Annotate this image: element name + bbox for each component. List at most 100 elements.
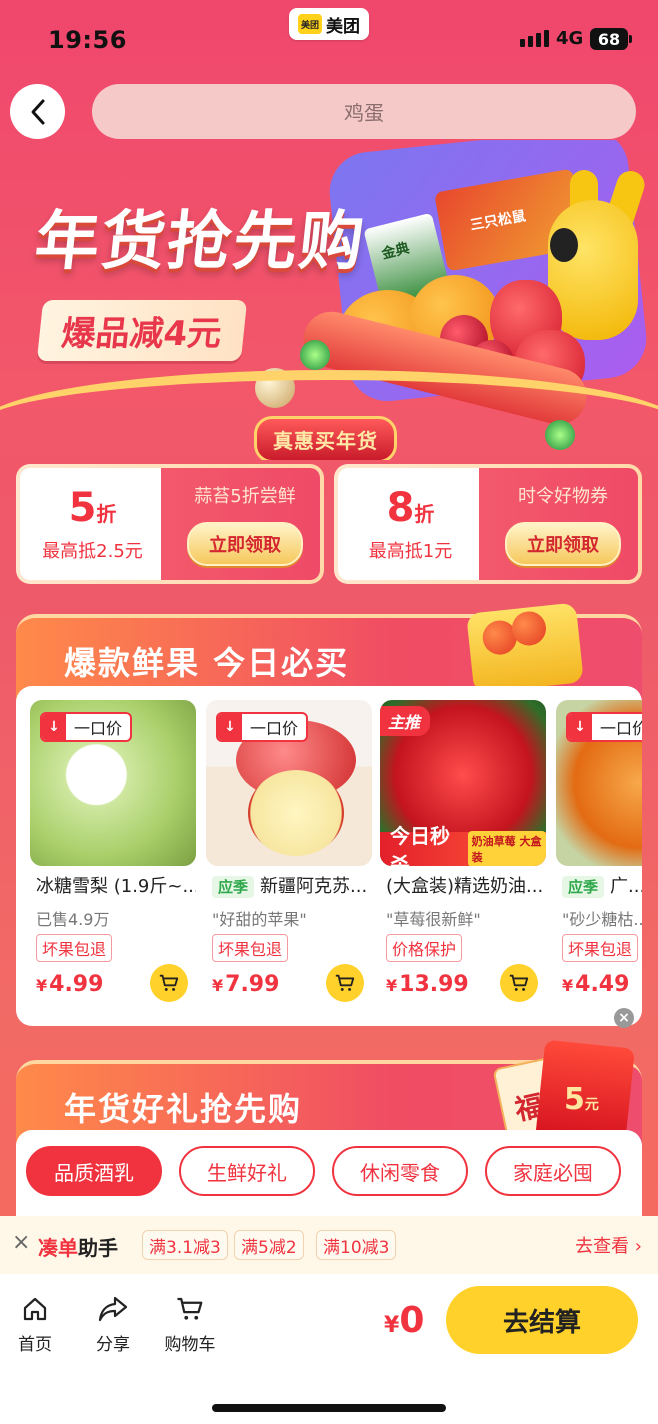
tab-quality-drinks[interactable]: 品质酒乳: [26, 1146, 162, 1196]
cart-icon: [509, 974, 529, 991]
add-to-cart-button[interactable]: [150, 964, 188, 1002]
product-price: ¥4.49: [562, 972, 629, 997]
coupon-rate-number: 5: [68, 485, 97, 531]
price-value: 7.99: [225, 972, 280, 997]
discount-chip[interactable]: 满3.1减3: [142, 1230, 228, 1260]
tab-fresh-gifts[interactable]: 生鲜好礼: [179, 1146, 315, 1196]
product-name: 冰糖雪梨 (1.9斤~...: [36, 876, 196, 897]
gift-box-label: 三只松鼠: [469, 208, 527, 234]
helper-title: 凑单助手: [38, 1232, 118, 1261]
close-icon[interactable]: ×: [614, 1008, 634, 1028]
price-value: 4.99: [49, 972, 104, 997]
product-image-orange: ↓ 一口价: [556, 700, 642, 866]
mascot-eye: [550, 228, 578, 262]
discount-chip[interactable]: 满5减2: [234, 1230, 304, 1260]
cart-total: ¥0: [384, 1300, 424, 1341]
product-card[interactable]: ↓ 一口价 冰糖雪梨 (1.9斤~... 已售4.9万 坏果包退 ¥4.99: [30, 700, 196, 1020]
product-name: 应季 广...: [562, 872, 642, 898]
checkout-button[interactable]: 去结算: [446, 1286, 638, 1354]
banner-title: 年货抢先购: [31, 205, 370, 279]
product-badge: 坏果包退: [36, 934, 113, 962]
claim-coupon-button[interactable]: 立即领取: [505, 522, 621, 566]
product-sales: 已售4.9万: [36, 910, 110, 929]
nav-home-label: 首页: [18, 1335, 52, 1355]
price-value: 4.49: [575, 972, 630, 997]
bottom-bar: 首页 分享 购物车 ¥0 去结算: [0, 1274, 658, 1424]
flash-sale-label: 今日秒杀: [390, 824, 450, 866]
claim-coupon-button[interactable]: 立即领取: [187, 522, 303, 566]
coupon-card[interactable]: 5折 最高抵2.5元 蒜苔5折尝鲜 立即领取: [16, 464, 324, 584]
product-name: 应季 新疆阿克苏...: [212, 872, 372, 898]
fixed-price-tag: ↓ 一口价: [566, 712, 642, 742]
close-helper-icon[interactable]: ×: [12, 1230, 30, 1255]
flash-sale-sublabel: 奶油草莓 大盒装: [467, 831, 546, 866]
coupon-max-deduction: 最高抵2.5元: [42, 541, 143, 562]
currency-symbol: ¥: [386, 976, 398, 995]
app-indicator[interactable]: 美团 美团: [289, 8, 369, 40]
price-value: 13.99: [399, 972, 469, 997]
featured-tag: 主推: [380, 706, 431, 736]
back-button[interactable]: [10, 84, 65, 139]
signal-icon: [520, 30, 549, 47]
scroll-end: [300, 340, 330, 370]
currency-symbol: ¥: [212, 976, 224, 995]
search-input[interactable]: 鸡蛋: [92, 84, 636, 139]
coupon-rate: 5折: [69, 485, 117, 531]
product-review: "砂少糖枯...: [562, 910, 642, 929]
cart-icon: [177, 1297, 203, 1320]
nav-home[interactable]: 首页: [0, 1294, 70, 1355]
coupon-action: 蒜苔5折尝鲜 立即领取: [170, 468, 320, 580]
fixed-price-label: 一口价: [250, 719, 299, 738]
product-card[interactable]: ↓ 一口价 应季 新疆阿克苏... "好甜的苹果" 坏果包退 ¥7.99: [206, 700, 372, 1020]
promo-banner[interactable]: 三只松鼠 金典 年货抢先购 爆品减4元 真惠买年货: [0, 140, 658, 460]
product-card[interactable]: 主推 今日秒杀 奶油草莓 大盒装 (大盒装)精选奶油... "草莓很新鲜" 价格保…: [380, 700, 546, 1020]
status-bar: 19:56 美团 美团 4G 68: [0, 0, 658, 78]
season-tag: 应季: [562, 876, 605, 898]
nav-cart[interactable]: 购物车: [155, 1294, 225, 1355]
product-name-text: 广...: [610, 876, 642, 897]
currency-symbol: ¥: [36, 976, 48, 995]
discount-chip[interactable]: 满10减3: [316, 1230, 397, 1260]
home-indicator: [212, 1404, 446, 1412]
coupon-rate-unit: 折: [96, 502, 117, 526]
coupon-card[interactable]: 8折 最高抵1元 时令好物券 立即领取: [334, 464, 642, 584]
fixed-price-tag: ↓ 一口价: [40, 712, 133, 742]
view-link[interactable]: 去查看 ›: [575, 1232, 642, 1258]
red-packet-unit: 元: [584, 1097, 599, 1113]
red-packet-value: 5: [564, 1082, 585, 1117]
product-image-strawberry: 主推 今日秒杀 奶油草莓 大盒装: [380, 700, 546, 866]
coupon-rate-unit: 折: [414, 502, 435, 526]
view-link-label: 去查看: [575, 1236, 630, 1257]
add-to-cart-button[interactable]: [500, 964, 538, 1002]
fixed-price-tag: ↓ 一口价: [216, 712, 309, 742]
product-name: (大盒装)精选奶油...: [386, 876, 544, 897]
add-to-cart-button[interactable]: [326, 964, 364, 1002]
chevron-left-icon: [31, 99, 44, 124]
apple-cut: [248, 770, 344, 856]
cart-icon: [159, 974, 179, 991]
product-card[interactable]: ↓ 一口价 应季广... "砂少糖枯... 坏果包退 ¥4.49: [556, 700, 642, 1020]
nav-cart-label: 购物车: [164, 1335, 216, 1355]
product-image-apple: ↓ 一口价: [206, 700, 372, 866]
down-arrow-icon: ↓: [218, 714, 242, 740]
coupon-rate-number: 8: [386, 485, 415, 531]
product-badge: 价格保护: [386, 934, 463, 962]
share-icon: [98, 1296, 128, 1322]
product-price: ¥4.99: [36, 972, 103, 997]
nav-share-label: 分享: [96, 1335, 130, 1355]
product-list: ↓ 一口价 冰糖雪梨 (1.9斤~... 已售4.9万 坏果包退 ¥4.99 ↓ 一…: [30, 700, 642, 1020]
red-packet-amount[interactable]: 5元: [564, 1082, 599, 1117]
tab-household[interactable]: 家庭必囤: [485, 1146, 621, 1196]
product-carousel[interactable]: ↓ 一口价 冰糖雪梨 (1.9斤~... 已售4.9万 坏果包退 ¥4.99 ↓ 一…: [16, 686, 642, 1026]
coupon-value: 5折 最高抵2.5元: [20, 468, 165, 580]
banner-tag: 真惠买年货: [254, 416, 397, 460]
down-arrow-icon: ↓: [568, 714, 592, 740]
cart-icon: [335, 974, 355, 991]
order-helper-bar: × 凑单助手 满3.1减3 满5减2 满10减3 去查看 ›: [0, 1216, 658, 1274]
fixed-price-label: 一口价: [600, 719, 642, 738]
coupon-value: 8折 最高抵1元: [338, 468, 483, 580]
tab-snacks[interactable]: 休闲零食: [332, 1146, 468, 1196]
product-image-pear: ↓ 一口价: [30, 700, 196, 866]
battery-icon: 68: [590, 28, 632, 50]
nav-share[interactable]: 分享: [78, 1294, 148, 1355]
